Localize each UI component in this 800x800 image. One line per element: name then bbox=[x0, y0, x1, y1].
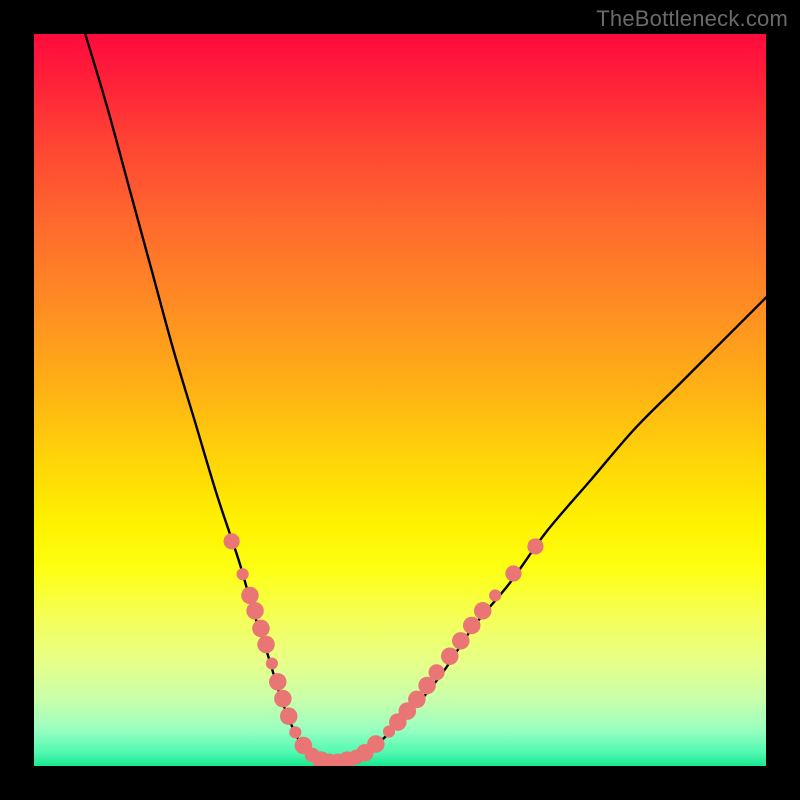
curve-marker bbox=[429, 664, 445, 680]
curve-marker bbox=[241, 587, 259, 605]
curve-marker bbox=[269, 673, 287, 691]
curve-marker bbox=[266, 657, 278, 669]
curve-marker bbox=[280, 707, 298, 725]
curve-marker bbox=[289, 726, 301, 738]
curve-marker bbox=[252, 620, 270, 638]
curve-marker bbox=[237, 568, 249, 580]
plot-area bbox=[34, 34, 766, 766]
curve-marker bbox=[452, 632, 470, 650]
curve-marker bbox=[246, 602, 264, 620]
chart-frame: TheBottleneck.com bbox=[0, 0, 800, 800]
curve-marker bbox=[257, 636, 275, 654]
curve-marker bbox=[489, 589, 501, 601]
curve-marker bbox=[474, 602, 492, 620]
watermark-text: TheBottleneck.com bbox=[596, 6, 788, 32]
bottleneck-curve bbox=[85, 34, 766, 763]
curve-marker bbox=[527, 538, 543, 554]
curve-marker bbox=[505, 565, 521, 581]
curve-marker bbox=[224, 533, 240, 549]
curve-marker bbox=[274, 690, 292, 708]
curve-marker bbox=[408, 691, 426, 709]
curve-marker bbox=[463, 617, 481, 635]
curve-markers bbox=[224, 533, 544, 766]
chart-svg bbox=[34, 34, 766, 766]
curve-marker bbox=[441, 647, 459, 665]
curve-marker bbox=[367, 735, 385, 753]
